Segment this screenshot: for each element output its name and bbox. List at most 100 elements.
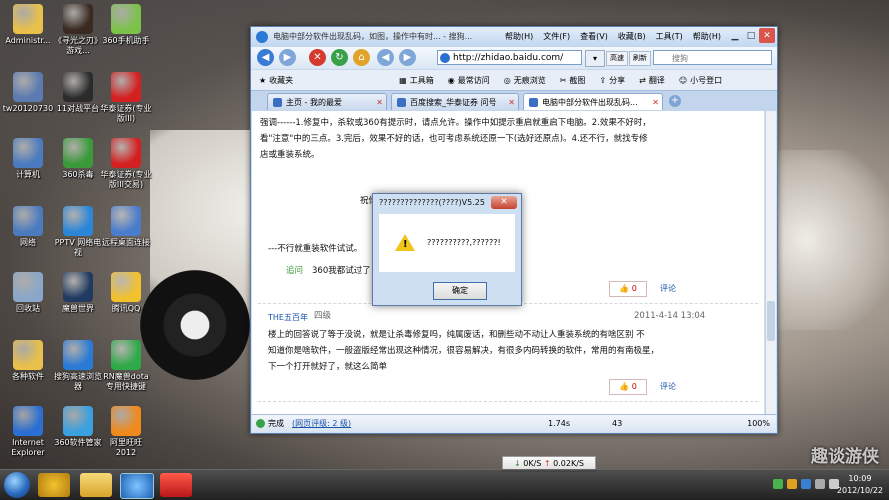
desktop-icon[interactable]: 华泰证券(专业版III) bbox=[100, 72, 152, 124]
stop-icon[interactable]: ✕ bbox=[309, 49, 326, 66]
favbar-favorites-label: 收藏夹 bbox=[269, 75, 294, 85]
desktop-app-icon bbox=[63, 406, 93, 436]
desktop-app-icon bbox=[13, 4, 43, 34]
favbar-most-visited-label: 最常访问 bbox=[457, 75, 490, 85]
desktop-icon[interactable]: 魔兽世界 bbox=[52, 272, 104, 314]
tab-zhidao[interactable]: 电脑中部分软件出现乱码... ✕ bbox=[523, 93, 663, 110]
desktop-icon[interactable]: 《寻光之刃》游戏... bbox=[52, 4, 104, 56]
menu-file[interactable]: 文件(F) bbox=[543, 31, 570, 42]
desktop-icon-label: 搜狗高速浏览器 bbox=[54, 372, 102, 391]
vote-up-button[interactable]: 👍 0 bbox=[609, 379, 647, 395]
vote-up-button[interactable]: 👍 0 bbox=[609, 281, 647, 297]
favbar-incognito[interactable]: ◎ 无痕浏览 bbox=[504, 75, 546, 86]
tab-close-icon[interactable]: ✕ bbox=[376, 94, 383, 111]
desktop-icon[interactable]: 360手机助手 bbox=[100, 4, 152, 46]
vertical-scrollbar[interactable] bbox=[765, 111, 776, 414]
close-icon[interactable]: ✕ bbox=[759, 28, 775, 43]
favbar-account[interactable]: ☺ 小号登口 bbox=[679, 75, 722, 86]
desktop-icon-label: 计算机 bbox=[16, 170, 40, 179]
menu-help-1[interactable]: 帮助(H) bbox=[505, 31, 533, 42]
favbar-toolbox-label: 工具箱 bbox=[409, 75, 434, 85]
menu-favorites[interactable]: 收藏(B) bbox=[618, 31, 646, 42]
comment-link[interactable]: 评论 bbox=[660, 283, 676, 294]
desktop-icon[interactable]: RN魔兽dota专用快捷键 bbox=[100, 340, 152, 392]
zoom-level[interactable]: 100% bbox=[747, 415, 770, 432]
wallpaper-tire bbox=[140, 270, 250, 380]
desktop-icon[interactable]: 网络 bbox=[2, 206, 54, 248]
desktop-icon[interactable]: 计算机 bbox=[2, 138, 54, 180]
desktop-icon[interactable]: Internet Explorer bbox=[2, 406, 54, 458]
menu-view[interactable]: 查看(V) bbox=[580, 31, 608, 42]
answer-username[interactable]: THE五百年 bbox=[268, 312, 308, 323]
history-forward-icon[interactable]: ▶ bbox=[399, 49, 416, 66]
desktop-icon[interactable]: 远程桌面连接 bbox=[100, 206, 152, 248]
desktop-icon[interactable]: 腾讯QQ bbox=[100, 272, 152, 314]
tab-strip: 主页 - 我的最爱 ✕ 百度搜索_华泰证券 问号 ✕ 电脑中部分软件出现乱码..… bbox=[251, 90, 777, 111]
download-speed: 0K/S bbox=[523, 459, 542, 468]
tray-icon-1[interactable] bbox=[773, 479, 783, 489]
tray-icon-2[interactable] bbox=[787, 479, 797, 489]
desktop-icon[interactable]: 阿里旺旺2012 bbox=[100, 406, 152, 458]
comment-link[interactable]: 评论 bbox=[660, 381, 676, 392]
favbar-toolbox[interactable]: ▦ 工具箱 bbox=[399, 75, 434, 86]
desktop-icon[interactable]: 回收站 bbox=[2, 272, 54, 314]
maximize-icon[interactable]: □ bbox=[743, 28, 759, 43]
desktop-icon[interactable]: 360杀毒 bbox=[52, 138, 104, 180]
favbar-most-visited[interactable]: ◉ 最常访问 bbox=[448, 75, 490, 86]
favbar-translate[interactable]: ⇄ 翻译 bbox=[639, 75, 665, 86]
search-input[interactable]: 搜狗 bbox=[653, 50, 772, 65]
dialog-ok-button[interactable]: 确定 bbox=[433, 282, 487, 300]
desktop-icon-label: 11对战平台 bbox=[56, 104, 100, 113]
taskbar-huatai-icon[interactable] bbox=[160, 473, 192, 497]
minimize-icon[interactable]: ▁ bbox=[727, 28, 743, 43]
desktop-icon[interactable]: 360软件管家 bbox=[52, 406, 104, 448]
tab-close-icon[interactable]: ✕ bbox=[652, 94, 659, 111]
home-icon[interactable]: ⌂ bbox=[353, 49, 370, 66]
desktop-icon[interactable]: Administr... bbox=[2, 4, 54, 46]
start-button[interactable] bbox=[4, 472, 30, 498]
answer-text-line-2: 看"注意"中的三点。3.完后，效果不好的话，也可考虑系统还原一下(选好还原点)。… bbox=[260, 134, 648, 144]
desktop-icon[interactable]: 华泰证券(专业版III交易) bbox=[100, 138, 152, 190]
desktop-app-icon bbox=[13, 138, 43, 168]
refresh-mode-button[interactable]: 刷新 bbox=[629, 51, 651, 66]
back-icon[interactable]: ◀ bbox=[257, 49, 274, 66]
menu-help[interactable]: 帮助(H) bbox=[693, 31, 721, 42]
taskbar-sogou-browser-icon[interactable] bbox=[120, 473, 154, 499]
tab-zhidao-icon bbox=[529, 98, 538, 107]
tab-close-icon[interactable]: ✕ bbox=[508, 94, 515, 111]
scrollbar-thumb[interactable] bbox=[767, 301, 775, 341]
new-tab-icon[interactable]: + bbox=[669, 95, 681, 107]
taskbar-folder-icon[interactable] bbox=[80, 473, 112, 497]
page-rating-link[interactable]: (网页评级: 2 级) bbox=[292, 415, 351, 432]
wallpaper-car-right bbox=[770, 150, 889, 330]
favbar-share[interactable]: ⇪ 分享 bbox=[599, 75, 625, 86]
menu-bar: 帮助(H) 文件(F) 查看(V) 收藏(B) 工具(T) 帮助(H) bbox=[505, 31, 721, 42]
forward-icon[interactable]: ▶ bbox=[279, 49, 296, 66]
menu-tools[interactable]: 工具(T) bbox=[656, 31, 683, 42]
tray-network-icon[interactable] bbox=[815, 479, 825, 489]
answer2-text-line-2: 知道你是啥软件，一般盗版经常出现这种情况，很容易解决，有很多内码转换的软件，常用… bbox=[268, 346, 660, 356]
browser-logo-icon bbox=[256, 31, 268, 43]
desktop-icon[interactable]: tw20120730 bbox=[2, 72, 54, 114]
desktop-icon[interactable]: PPTV 网络电视 bbox=[52, 206, 104, 258]
watermark-text: 趣谈游侠 bbox=[811, 447, 879, 467]
address-bar[interactable]: http://zhidao.baidu.com/ bbox=[437, 50, 582, 65]
desktop-icon[interactable]: 搜狗高速浏览器 bbox=[52, 340, 104, 392]
address-dropdown-icon[interactable]: ▾ bbox=[585, 50, 605, 67]
speed-mode-button[interactable]: 高速 bbox=[606, 51, 628, 66]
desktop-icon[interactable]: 11对战平台 bbox=[52, 72, 104, 114]
favbar-screenshot[interactable]: ✂ 截图 bbox=[560, 75, 586, 86]
desktop-icon-label: 360杀毒 bbox=[62, 170, 94, 179]
refresh-icon[interactable]: ↻ bbox=[331, 49, 348, 66]
resource-count: 43 bbox=[612, 419, 623, 428]
status-ok-icon bbox=[256, 419, 265, 428]
tab-baidu-search[interactable]: 百度搜索_华泰证券 问号 ✕ bbox=[391, 93, 519, 110]
favbar-favorites[interactable]: ★ 收藏夹 bbox=[259, 75, 293, 86]
clock[interactable]: 10:09 2012/10/22 bbox=[837, 473, 883, 497]
history-back-icon[interactable]: ◀ bbox=[377, 49, 394, 66]
taskbar-qq-icon[interactable] bbox=[38, 473, 70, 497]
tab-home[interactable]: 主页 - 我的最爱 ✕ bbox=[267, 93, 387, 110]
dialog-close-button[interactable]: ✕ bbox=[491, 196, 517, 209]
tray-icon-3[interactable] bbox=[801, 479, 811, 489]
desktop-icon[interactable]: 各种软件 bbox=[2, 340, 54, 382]
